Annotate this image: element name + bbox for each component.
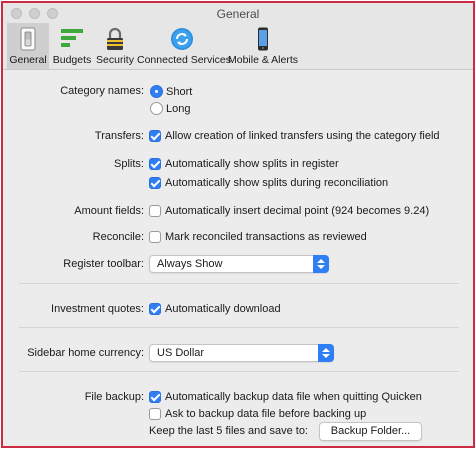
ask-backup-checkbox[interactable]: [149, 408, 161, 420]
splits-label: Splits:: [114, 158, 144, 170]
divider: [19, 327, 459, 328]
auto-download-checkbox[interactable]: [149, 303, 161, 315]
radio-long-label: Long: [166, 103, 191, 115]
splits-register-checkbox[interactable]: [149, 158, 161, 170]
window-title: General: [216, 7, 260, 21]
tab-security[interactable]: Security: [93, 23, 137, 69]
ask-backup-text: Ask to backup data file before backing u…: [165, 408, 367, 420]
amount-fields-label: Amount fields:: [74, 205, 144, 217]
preferences-toolbar: General Budgets Security Connected Servi…: [3, 23, 473, 70]
register-toolbar-label: Register toolbar:: [63, 258, 144, 270]
padlock-icon: [107, 27, 123, 50]
decimal-point-text: Automatically insert decimal point (924 …: [165, 205, 430, 217]
tab-connected-services-label: Connected Services: [137, 54, 231, 66]
backup-folder-button[interactable]: Backup Folder...: [319, 422, 422, 441]
budget-bars-icon: [61, 29, 83, 47]
sidebar-currency-value: US Dollar: [157, 347, 205, 359]
linked-transfers-text: Allow creation of linked transfers using…: [165, 130, 440, 142]
general-preferences-pane: Category names: Short Long Transfers: Al…: [3, 70, 473, 446]
decimal-point-checkbox[interactable]: [149, 205, 161, 217]
radio-long[interactable]: [150, 102, 163, 115]
mobile-phone-icon: [258, 27, 268, 51]
auto-download-text: Automatically download: [165, 303, 281, 315]
linked-transfers-checkbox[interactable]: [149, 130, 161, 142]
light-switch-icon: [20, 27, 36, 51]
splits-register-text: Automatically show splits in register: [165, 158, 339, 170]
tab-mobile-alerts[interactable]: Mobile & Alerts: [227, 23, 299, 69]
radio-short-label: Short: [166, 86, 193, 98]
tab-connected-services[interactable]: Connected Services: [137, 23, 231, 69]
auto-backup-checkbox[interactable]: [149, 391, 161, 403]
sidebar-currency-label: Sidebar home currency:: [27, 347, 144, 359]
investment-quotes-label: Investment quotes:: [51, 303, 144, 315]
auto-backup-text: Automatically backup data file when quit…: [165, 391, 422, 403]
tab-mobile-alerts-label: Mobile & Alerts: [227, 54, 299, 66]
select-arrows-icon: [318, 344, 334, 362]
reconcile-label: Reconcile:: [92, 231, 144, 243]
transfers-label: Transfers:: [94, 130, 144, 142]
tab-budgets[interactable]: Budgets: [51, 23, 93, 69]
tab-budgets-label: Budgets: [52, 54, 92, 66]
select-arrows-icon: [313, 255, 329, 273]
splits-reconciliation-checkbox[interactable]: [149, 177, 161, 189]
sidebar-currency-select[interactable]: US Dollar: [149, 344, 334, 362]
divider: [19, 371, 459, 372]
keep-files-text: Keep the last 5 files and save to:: [149, 425, 308, 437]
splits-reconciliation-text: Automatically show splits during reconci…: [165, 177, 389, 189]
divider: [19, 283, 459, 284]
register-toolbar-select[interactable]: Always Show: [149, 255, 329, 273]
radio-short[interactable]: [150, 85, 163, 98]
register-toolbar-value: Always Show: [157, 258, 223, 270]
mark-reviewed-text: Mark reconciled transactions as reviewed: [165, 231, 367, 243]
tab-security-label: Security: [96, 54, 134, 66]
sync-icon: [171, 28, 193, 50]
mark-reviewed-checkbox[interactable]: [149, 231, 161, 243]
file-backup-label: File backup:: [84, 391, 144, 403]
tab-general-label: General: [9, 54, 47, 66]
preferences-window: General General Budgets Security Connect…: [1, 1, 475, 448]
title-bar: General: [3, 3, 473, 23]
tab-general[interactable]: General: [7, 23, 49, 69]
category-names-label: Category names:: [60, 85, 144, 97]
